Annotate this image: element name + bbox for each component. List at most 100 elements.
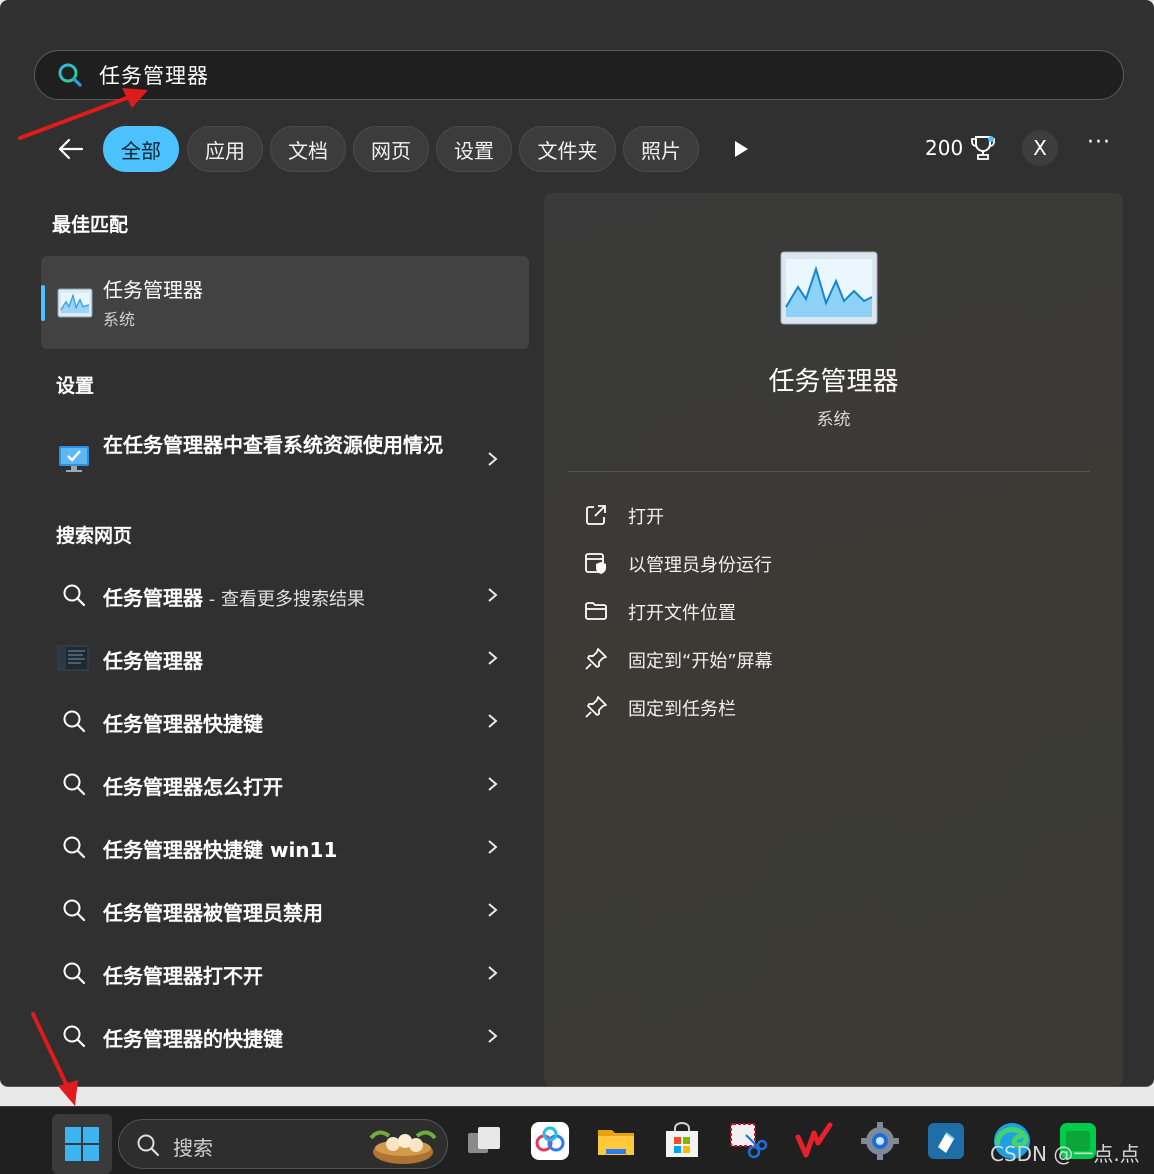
web-result-item[interactable]: 任务管理器的快捷键 <box>41 1009 529 1065</box>
web-result-item[interactable]: 任务管理器快捷键 <box>41 694 529 750</box>
rewards-points[interactable]: 200 <box>925 136 963 160</box>
search-icon <box>58 63 82 87</box>
chevron-right-icon <box>488 1029 498 1043</box>
web-query-text: 任务管理器 <box>103 586 203 610</box>
web-result-label: 任务管理器快捷键 win11 <box>103 838 338 862</box>
search-icon <box>63 584 86 607</box>
web-search-heading: 搜索网页 <box>56 525 133 547</box>
action-pin-to-start[interactable]: 固定到“开始”屏幕 <box>584 644 984 674</box>
web-result-label: 任务管理器被管理员禁用 <box>103 901 323 925</box>
baidu-netdisk-icon[interactable] <box>530 1121 570 1161</box>
chevron-right-icon <box>488 714 498 728</box>
action-label: 以管理员身份运行 <box>628 555 772 576</box>
chevron-right-icon <box>488 903 498 917</box>
web-result-item[interactable]: 任务管理器怎么打开 <box>41 757 529 813</box>
chevron-right-icon <box>488 452 498 466</box>
detail-app-name: 任务管理器 <box>768 367 899 397</box>
web-result-label: 任务管理器快捷键 <box>103 712 263 736</box>
start-search-panel: 任务管理器 全部 应用 文档 网页 设置 文件夹 照片 200 X ··· 最佳… <box>0 0 1154 1087</box>
filter-tab-folders[interactable]: 文件夹 <box>519 126 616 172</box>
best-match-subtitle: 系统 <box>103 310 136 329</box>
run-as-admin-icon <box>585 553 606 574</box>
detail-divider <box>568 471 1090 472</box>
back-arrow-icon[interactable] <box>52 130 90 168</box>
filter-tab-photos[interactable]: 照片 <box>623 126 699 172</box>
start-button[interactable] <box>52 1114 112 1174</box>
taskbar: 搜索 <box>0 1106 1154 1174</box>
best-match-name: 任务管理器 <box>103 278 203 302</box>
filter-tab-all[interactable]: 全部 <box>103 126 179 172</box>
filter-tab-web[interactable]: 网页 <box>353 126 429 172</box>
wps-icon[interactable] <box>794 1121 834 1161</box>
settings-result-label: 在任务管理器中查看系统资源使用情况 <box>103 433 443 457</box>
microsoft-store-icon[interactable] <box>662 1121 702 1161</box>
search-icon <box>137 1134 160 1157</box>
action-label: 固定到任务栏 <box>628 699 736 720</box>
search-box[interactable]: 任务管理器 <box>34 50 1124 100</box>
best-match-heading: 最佳匹配 <box>52 214 129 236</box>
action-label: 打开 <box>628 507 664 528</box>
detail-pane: 任务管理器 系统 打开 以管理员身份运行 打开文件位置 固定到“开始”屏幕 固定… <box>544 193 1123 1086</box>
best-match-item[interactable]: 任务管理器 系统 <box>41 256 529 349</box>
task-manager-app-icon <box>57 645 89 671</box>
detail-app-subtitle: 系统 <box>816 410 851 430</box>
chevron-right-icon <box>488 588 498 602</box>
filter-bar: 全部 应用 文档 网页 设置 文件夹 照片 200 X ··· <box>0 124 1154 174</box>
action-open[interactable]: 打开 <box>584 500 984 530</box>
play-more-filters-icon[interactable] <box>730 138 752 160</box>
monitor-settings-icon <box>59 446 89 472</box>
rewards-trophy-icon[interactable] <box>970 134 996 162</box>
web-result-more-results[interactable]: 任务管理器 - 查看更多搜索结果 <box>41 568 529 624</box>
task-manager-icon <box>57 288 93 318</box>
settings-result-item[interactable]: 在任务管理器中查看系统资源使用情况 <box>41 424 529 498</box>
search-icon <box>63 773 86 796</box>
folder-icon <box>585 602 607 620</box>
web-result-item[interactable]: 任务管理器快捷键 win11 <box>41 820 529 876</box>
task-manager-large-icon <box>780 251 878 325</box>
snipping-tool-icon[interactable] <box>728 1121 768 1161</box>
search-icon <box>63 962 86 985</box>
action-label: 固定到“开始”屏幕 <box>628 651 773 672</box>
file-explorer-icon[interactable] <box>596 1121 636 1161</box>
action-pin-to-taskbar[interactable]: 固定到任务栏 <box>584 692 984 722</box>
taskbar-search-box[interactable]: 搜索 <box>118 1119 448 1169</box>
app-icon[interactable] <box>926 1121 966 1161</box>
taskbar-search-label: 搜索 <box>173 1136 213 1160</box>
chevron-right-icon <box>488 651 498 665</box>
web-result-item[interactable]: 任务管理器 <box>41 631 529 687</box>
search-icon <box>63 836 86 859</box>
selection-accent <box>41 285 45 321</box>
pin-icon <box>585 648 607 670</box>
web-more-results-text: - 查看更多搜索结果 <box>203 589 365 610</box>
web-result-item[interactable]: 任务管理器打不开 <box>41 946 529 1002</box>
windows-logo-icon <box>65 1127 99 1161</box>
web-result-label: 任务管理器打不开 <box>103 964 263 988</box>
web-result-label: 任务管理器怎么打开 <box>103 775 283 799</box>
search-query-text[interactable]: 任务管理器 <box>99 60 209 90</box>
settings-heading: 设置 <box>56 375 95 397</box>
search-highlight-buns-icon <box>369 1130 437 1164</box>
csdn-watermark: CSDN @一点.点 <box>990 1142 1140 1166</box>
task-view-icon[interactable] <box>464 1121 504 1161</box>
web-result-item[interactable]: 任务管理器被管理员禁用 <box>41 883 529 939</box>
filter-tab-documents[interactable]: 文档 <box>270 126 346 172</box>
chevron-right-icon <box>488 966 498 980</box>
action-run-as-admin[interactable]: 以管理员身份运行 <box>584 548 984 578</box>
search-icon <box>63 1025 86 1048</box>
web-result-label: 任务管理器 - 查看更多搜索结果 <box>103 582 365 611</box>
web-result-label: 任务管理器的快捷键 <box>103 1027 283 1051</box>
action-label: 打开文件位置 <box>628 603 736 624</box>
pin-icon <box>585 696 607 718</box>
chevron-right-icon <box>488 840 498 854</box>
settings-gear-icon[interactable] <box>860 1121 900 1161</box>
web-result-label: 任务管理器 <box>103 649 203 673</box>
search-icon <box>63 899 86 922</box>
open-external-icon <box>586 505 606 525</box>
action-open-file-location[interactable]: 打开文件位置 <box>584 596 984 626</box>
search-icon <box>63 710 86 733</box>
user-avatar[interactable]: X <box>1022 130 1058 166</box>
filter-tab-settings[interactable]: 设置 <box>436 126 512 172</box>
more-options-icon[interactable]: ··· <box>1084 130 1114 166</box>
filter-tab-apps[interactable]: 应用 <box>187 126 263 172</box>
chevron-right-icon <box>488 777 498 791</box>
